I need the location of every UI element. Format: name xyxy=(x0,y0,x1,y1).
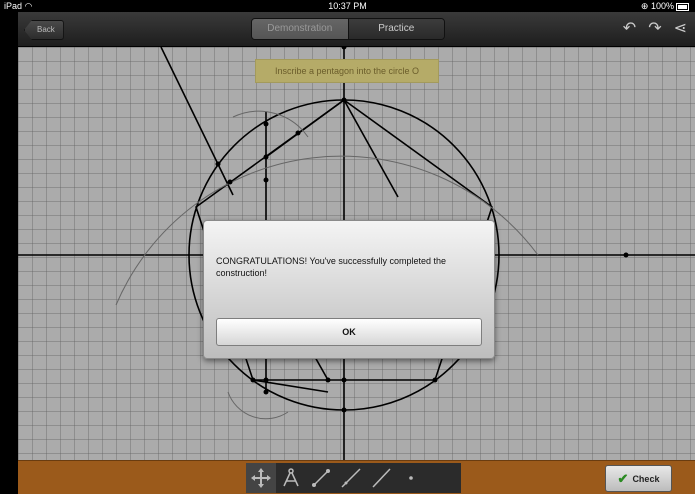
status-time: 10:37 PM xyxy=(328,1,367,11)
share-icon[interactable]: ⋖ xyxy=(674,18,687,38)
ray-tool-icon[interactable] xyxy=(366,463,396,493)
construction-point xyxy=(341,97,347,103)
tool-palette xyxy=(246,463,461,493)
checkmark-icon: ✔ xyxy=(617,470,629,486)
tab-demonstration[interactable]: Demonstration xyxy=(252,19,348,39)
check-label: Check xyxy=(632,473,660,484)
ok-button[interactable]: OK xyxy=(216,318,482,346)
construction-segment xyxy=(265,99,345,158)
check-button[interactable]: ✔ Check xyxy=(605,465,672,492)
construction-point xyxy=(263,177,269,183)
construction-canvas[interactable]: Inscribe a pentagon into the circle O CO… xyxy=(18,47,695,460)
segment-tool-icon[interactable] xyxy=(306,463,336,493)
construction-segment xyxy=(343,99,399,198)
app-stage: Back Demonstration Practice ↶ ↷ ⋖ Inscri… xyxy=(18,12,695,494)
construction-point xyxy=(250,377,256,383)
lock-rotation-icon: ⊕ xyxy=(640,1,649,11)
move-tool-icon[interactable] xyxy=(246,463,276,493)
redo-icon[interactable]: ↷ xyxy=(648,18,661,38)
back-button[interactable]: Back xyxy=(24,20,64,40)
construction-point xyxy=(263,154,269,160)
status-bar: iPad ◠ 10:37 PM ⊕ 100% xyxy=(0,0,695,12)
tab-practice[interactable]: Practice xyxy=(347,19,444,39)
congratulations-dialog: CONGRATULATIONS! You've successfully com… xyxy=(203,220,495,359)
construction-point xyxy=(263,389,269,395)
construction-segment xyxy=(252,379,329,393)
construction-point xyxy=(263,377,269,383)
dialog-message: CONGRATULATIONS! You've successfully com… xyxy=(216,256,446,278)
bottom-toolbar: ✔ Check xyxy=(18,460,695,494)
construction-line-diagonal xyxy=(160,47,234,196)
construction-point xyxy=(215,161,221,167)
compass-tool-icon[interactable] xyxy=(276,463,306,493)
construction-point xyxy=(432,377,438,383)
battery-percent: 100% xyxy=(650,1,674,11)
line-tool-icon[interactable] xyxy=(336,463,366,493)
construction-point xyxy=(227,179,233,185)
battery-icon xyxy=(676,2,689,11)
construction-point xyxy=(263,121,269,127)
undo-icon[interactable]: ↶ xyxy=(623,18,636,38)
nav-bar: Back Demonstration Practice ↶ ↷ ⋖ xyxy=(18,12,695,47)
construction-point xyxy=(623,252,629,258)
construction-point xyxy=(325,377,331,383)
construction-point xyxy=(295,130,301,136)
nav-actions: ↶ ↷ ⋖ xyxy=(623,18,687,38)
instruction-banner: Inscribe a pentagon into the circle O xyxy=(255,59,439,83)
point-tool-icon[interactable] xyxy=(396,463,426,493)
construction-point xyxy=(341,47,347,50)
construction-point xyxy=(341,377,347,383)
mode-segmented-control: Demonstration Practice xyxy=(251,18,445,40)
construction-point xyxy=(341,407,347,413)
